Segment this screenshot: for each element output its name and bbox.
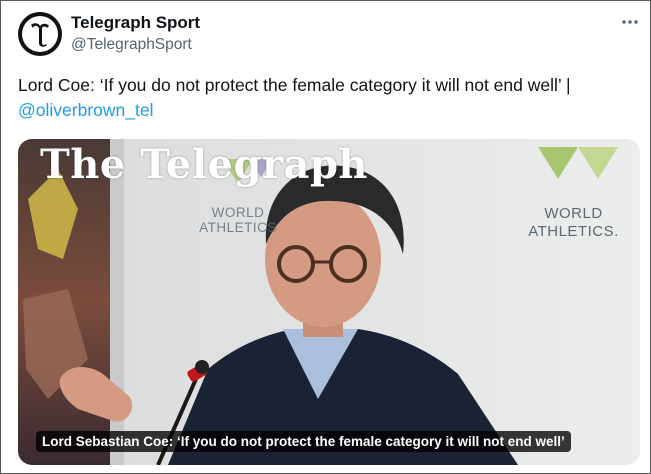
tweet-body: Lord Coe: ‘If you do not protect the fem… xyxy=(18,75,571,95)
telegraph-masthead: The Telegraph xyxy=(40,141,369,188)
image-caption: Lord Sebastian Coe: ‘If you do not prote… xyxy=(36,431,571,452)
backdrop-logo-right: WORLD ATHLETICS. xyxy=(528,205,619,240)
more-options-button[interactable] xyxy=(615,10,645,34)
tweet-image[interactable]: The Telegraph WORLD ATHLETICS WORLD ATHL… xyxy=(18,139,640,465)
backdrop-logo-left: WORLD ATHLETICS xyxy=(199,205,277,235)
tweet-card[interactable]: Telegraph Sport @TelegraphSport Lord Coe… xyxy=(0,0,651,474)
avatar[interactable] xyxy=(18,12,62,56)
user-handle[interactable]: @TelegraphSport xyxy=(71,36,192,54)
telegraph-logo-icon xyxy=(22,16,58,52)
display-name[interactable]: Telegraph Sport xyxy=(71,13,200,33)
tweet-text: Lord Coe: ‘If you do not protect the fem… xyxy=(18,73,638,123)
ellipsis-icon xyxy=(622,20,638,24)
mention-link[interactable]: @oliverbrown_tel xyxy=(18,100,153,120)
